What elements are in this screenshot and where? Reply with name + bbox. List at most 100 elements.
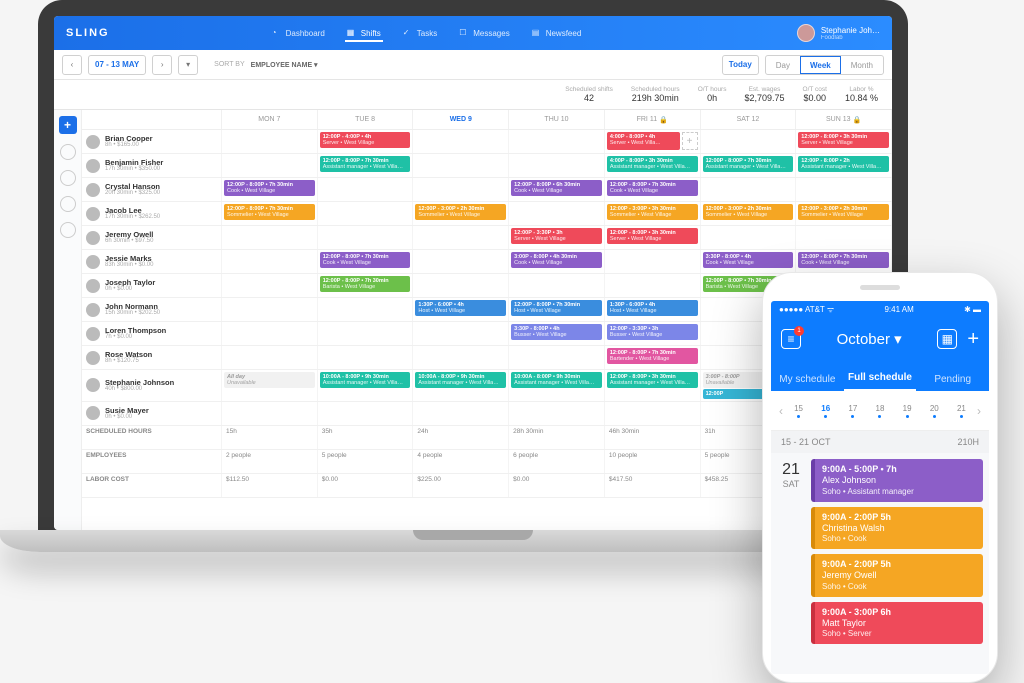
shift-card[interactable]: 10:00A - 8:00P • 9h 30minAssistant manag… bbox=[511, 372, 602, 388]
employee-cell[interactable]: Crystal Hanson 20h 30min • $325.00 bbox=[82, 178, 222, 201]
employee-cell[interactable]: Stephanie Johnson 40h • $800.00 bbox=[82, 370, 222, 401]
schedule-cell[interactable] bbox=[509, 154, 605, 177]
schedule-cell[interactable]: 4:00P - 8:00P • 3h 30minAssistant manage… bbox=[605, 154, 701, 177]
day-header[interactable]: FRI 11 🔒 bbox=[605, 110, 701, 129]
schedule-cell[interactable]: 12:00P - 8:00P • 7h 30minAssistant manag… bbox=[701, 154, 797, 177]
schedule-cell[interactable]: 3:00P - 8:00P • 4h 30minCook • West Vill… bbox=[509, 250, 605, 273]
add-shift-button[interactable]: + bbox=[967, 328, 979, 351]
date-pill[interactable]: 20 bbox=[921, 404, 948, 418]
shift-card[interactable]: 12:00P - 8:00P • 3h 30minServer • West V… bbox=[607, 228, 698, 244]
shift-card[interactable]: 1:30P - 6:00P • 4hHost • West Village bbox=[415, 300, 506, 316]
schedule-cell[interactable] bbox=[509, 274, 605, 297]
schedule-cell[interactable] bbox=[509, 402, 605, 425]
shift-card[interactable]: 12:00P - 8:00P • 3h 30minAssistant manag… bbox=[607, 372, 698, 388]
date-range[interactable]: 07 - 13 MAY bbox=[88, 55, 146, 75]
schedule-cell[interactable] bbox=[318, 298, 414, 321]
schedule-cell[interactable]: 12:00P - 8:00P • 7h 30minHost • West Vil… bbox=[509, 298, 605, 321]
shift-card[interactable]: 3:30P - 8:00P • 4hBusser • West Village bbox=[511, 324, 602, 340]
next-dates[interactable]: › bbox=[975, 404, 983, 418]
shift-card[interactable]: 12:00P - 8:00P • 7h 30minSommelier • Wes… bbox=[224, 204, 315, 220]
schedule-cell[interactable] bbox=[701, 178, 797, 201]
schedule-cell[interactable] bbox=[318, 346, 414, 369]
schedule-cell[interactable] bbox=[509, 202, 605, 225]
schedule-cell[interactable] bbox=[222, 402, 318, 425]
user-menu[interactable]: Stephanie Joh… Foodlab bbox=[797, 24, 880, 42]
employee-cell[interactable]: Loren Thompson 7h • $0.00 bbox=[82, 322, 222, 345]
rail-icon[interactable] bbox=[60, 222, 76, 238]
sort-value[interactable]: EMPLOYEE NAME ▾ bbox=[251, 61, 318, 69]
schedule-cell[interactable] bbox=[222, 298, 318, 321]
prev-dates[interactable]: ‹ bbox=[777, 404, 785, 418]
date-pill[interactable]: 18 bbox=[866, 404, 893, 418]
shift-card[interactable]: 12:00P - 3:00P • 2h 30minSommelier • Wes… bbox=[415, 204, 506, 220]
employee-cell[interactable]: Joseph Taylor 0h • $0.00 bbox=[82, 274, 222, 297]
next-week-button[interactable]: › bbox=[152, 55, 172, 75]
rail-icon[interactable] bbox=[60, 170, 76, 186]
schedule-cell[interactable] bbox=[796, 226, 892, 249]
date-pill[interactable]: 21 bbox=[948, 404, 975, 418]
schedule-cell[interactable]: 12:00P - 8:00P • 7h 30minCook • West Vil… bbox=[222, 178, 318, 201]
tab-my-schedule[interactable]: My schedule bbox=[771, 374, 844, 391]
nav-newsfeed[interactable]: ▤ Newsfeed bbox=[530, 24, 584, 42]
schedule-cell[interactable]: 12:00P - 3:00P • 2h 30minSommelier • Wes… bbox=[796, 202, 892, 225]
employee-cell[interactable]: Rose Watson 8h • $120.75 bbox=[82, 346, 222, 369]
employee-cell[interactable]: John Normann 15h 30min • $202.50 bbox=[82, 298, 222, 321]
month-picker[interactable]: October ▾ bbox=[837, 330, 902, 348]
schedule-cell[interactable]: 12:00P - 8:00P • 3h 30minServer • West V… bbox=[605, 226, 701, 249]
schedule-cell[interactable]: All dayUnavailable bbox=[222, 370, 318, 401]
date-pill[interactable]: 19 bbox=[894, 404, 921, 418]
schedule-cell[interactable]: 12:00P - 8:00P • 3h 30minAssistant manag… bbox=[605, 370, 701, 401]
schedule-cell[interactable] bbox=[318, 202, 414, 225]
day-header[interactable]: SUN 13 🔒 bbox=[796, 110, 892, 129]
schedule-cell[interactable]: 12:00P - 8:00P • 6h 30minCook • West Vil… bbox=[509, 178, 605, 201]
shift-card[interactable]: 10:00A - 8:00P • 9h 30minAssistant manag… bbox=[415, 372, 506, 388]
shift-card[interactable]: 1:30P - 6:00P • 4hHost • West Village bbox=[607, 300, 698, 316]
schedule-cell[interactable] bbox=[222, 346, 318, 369]
shift-card[interactable]: 12:00P - 3:00P • 2h 30minSommelier • Wes… bbox=[798, 204, 889, 220]
schedule-cell[interactable] bbox=[413, 322, 509, 345]
shift-card[interactable]: 12:00P - 8:00P • 7h 30minBartender • Wes… bbox=[607, 348, 698, 364]
schedule-cell[interactable] bbox=[701, 226, 797, 249]
view-day[interactable]: Day bbox=[766, 56, 800, 74]
date-pill[interactable]: 16 bbox=[812, 404, 839, 418]
shift-card[interactable]: 12:00P - 3:00P • 3h 30minSommelier • Wes… bbox=[607, 204, 698, 220]
schedule-cell[interactable]: 12:00P - 4:00P • 4hServer • West Village bbox=[318, 130, 414, 153]
date-pill[interactable]: 17 bbox=[839, 404, 866, 418]
schedule-cell[interactable] bbox=[222, 154, 318, 177]
day-header[interactable]: THU 10 bbox=[509, 110, 605, 129]
schedule-cell[interactable]: 12:00P - 8:00P • 7h 30minBartender • Wes… bbox=[605, 346, 701, 369]
day-header[interactable]: MON 7 bbox=[222, 110, 318, 129]
schedule-cell[interactable] bbox=[222, 250, 318, 273]
employee-cell[interactable]: Jeremy Owell 6h 30min • $97.50 bbox=[82, 226, 222, 249]
shift-card[interactable]: 12:00P - 8:00P • 7h 30minCook • West Vil… bbox=[798, 252, 889, 268]
shift-card[interactable]: 12:00P - 8:00P • 3h 30minServer • West V… bbox=[798, 132, 889, 148]
today-button[interactable]: Today bbox=[722, 55, 759, 75]
schedule-cell[interactable] bbox=[318, 402, 414, 425]
shift-card[interactable]: 4:00P - 8:00P • 4hServer • West Villa… bbox=[607, 132, 680, 150]
schedule-cell[interactable] bbox=[509, 130, 605, 153]
schedule-cell[interactable] bbox=[222, 274, 318, 297]
shift-card[interactable]: 12:00P - 8:00P • 7h 30minCook • West Vil… bbox=[320, 252, 411, 268]
nav-shifts[interactable]: ▦ Shifts bbox=[345, 24, 383, 42]
shift-card[interactable]: 4:00P - 8:00P • 3h 30minAssistant manage… bbox=[607, 156, 698, 172]
schedule-cell[interactable]: 1:30P - 6:00P • 4hHost • West Village bbox=[413, 298, 509, 321]
shift-card[interactable]: 3:00P - 8:00P • 4h 30minCook • West Vill… bbox=[511, 252, 602, 268]
day-header[interactable]: SAT 12 bbox=[701, 110, 797, 129]
shift-card[interactable]: All dayUnavailable bbox=[224, 372, 315, 388]
shift-card[interactable]: 12:00P - 8:00P • 7h 30minCook • West Vil… bbox=[224, 180, 315, 196]
schedule-cell[interactable]: 12:00P - 3:00P • 2h 30minSommelier • Wes… bbox=[413, 202, 509, 225]
schedule-cell[interactable]: 12:00P - 8:00P • 2hAssistant manager • W… bbox=[796, 154, 892, 177]
schedule-cell[interactable] bbox=[413, 154, 509, 177]
add-button[interactable]: + bbox=[59, 116, 77, 134]
schedule-cell[interactable] bbox=[413, 402, 509, 425]
schedule-cell[interactable]: 10:00A - 8:00P • 9h 30minAssistant manag… bbox=[318, 370, 414, 401]
add-shift-cell[interactable]: + bbox=[682, 132, 698, 150]
nav-dashboard[interactable]: ◔ Dashboard bbox=[270, 24, 327, 42]
tab-pending[interactable]: Pending bbox=[916, 374, 989, 391]
schedule-cell[interactable] bbox=[413, 250, 509, 273]
schedule-cell[interactable] bbox=[413, 178, 509, 201]
shift-card[interactable]: 10:00A - 8:00P • 9h 30minAssistant manag… bbox=[320, 372, 411, 388]
schedule-cell[interactable]: 12:00P - 8:00P • 7h 30minAssistant manag… bbox=[318, 154, 414, 177]
shift-card[interactable]: 12:00P - 8:00P • 7h 30minCook • West Vil… bbox=[607, 180, 698, 196]
employee-cell[interactable]: Benjamin Fisher 17h 30min • $350.00 bbox=[82, 154, 222, 177]
